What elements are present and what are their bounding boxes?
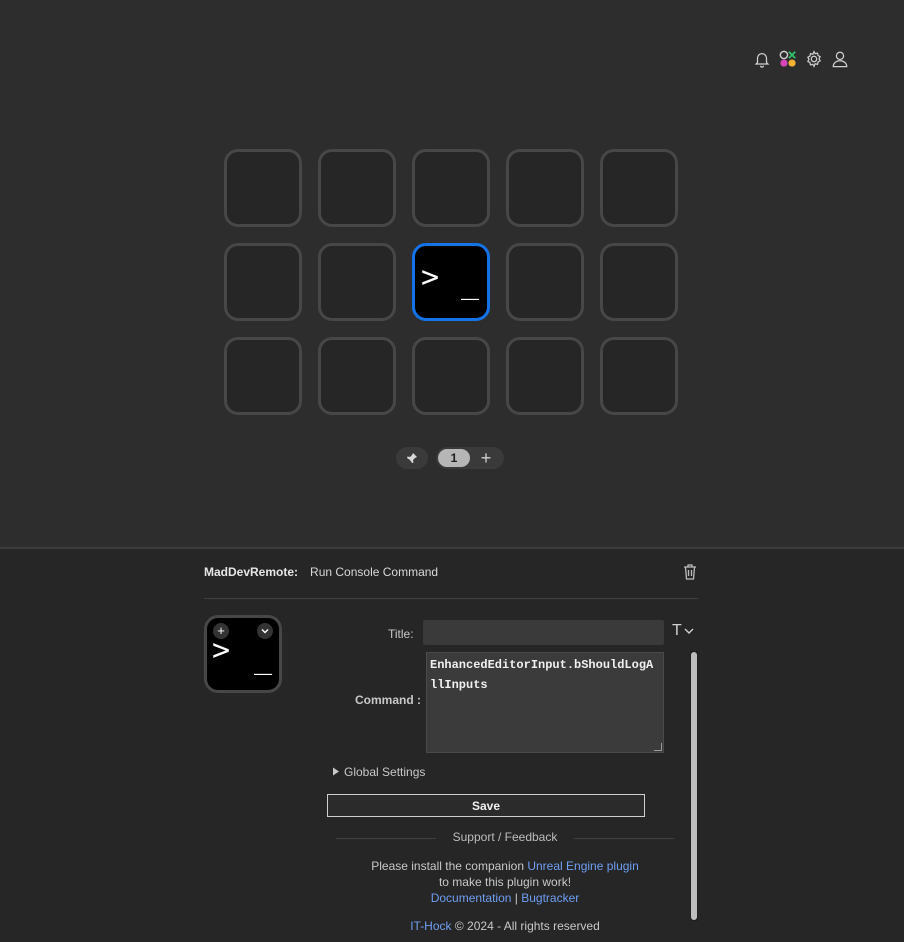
unreal-plugin-link[interactable]: Unreal Engine plugin — [527, 859, 638, 873]
key-grid: > _ — [224, 149, 678, 415]
key-preview: > _ + — [204, 615, 282, 693]
key-slot-r1-c5[interactable] — [600, 149, 678, 227]
key-slot-r2-c1[interactable] — [224, 243, 302, 321]
action-name: Run Console Command — [310, 565, 439, 579]
property-inspector: MadDevRemote: Run Console Command > _ + … — [0, 547, 904, 942]
install-text-2: to make this plugin work! — [438, 875, 572, 889]
key-slot-r3-c4[interactable] — [506, 337, 584, 415]
copyright-text: © 2024 - All rights reserved — [454, 919, 600, 933]
terminal-icon: > _ — [415, 246, 487, 318]
title-input[interactable] — [423, 620, 664, 645]
pin-icon — [407, 453, 417, 463]
cursor-glyph: _ — [461, 266, 480, 301]
title-style-dropdown[interactable]: T — [672, 622, 694, 640]
preview-cursor-glyph: _ — [254, 641, 273, 676]
text-style-icon: T — [672, 622, 682, 639]
plugin-store-icon[interactable] — [778, 48, 798, 70]
scrollbar-thumb[interactable] — [691, 652, 697, 920]
title-label: Title: — [388, 627, 414, 641]
chevron-down-icon[interactable] — [257, 623, 273, 639]
plugin-name: MadDevRemote: — [204, 565, 299, 579]
key-slot-selected[interactable]: > _ — [412, 243, 490, 321]
key-slot-r3-c3[interactable] — [412, 337, 490, 415]
key-slot-r3-c2[interactable] — [318, 337, 396, 415]
key-slot-r1-c4[interactable] — [506, 149, 584, 227]
page-1-button[interactable]: 1 — [438, 449, 470, 467]
documentation-link[interactable]: Documentation — [431, 891, 512, 905]
inspector-scrollbar[interactable] — [690, 651, 698, 921]
disclosure-triangle-icon — [333, 767, 339, 776]
resize-handle[interactable] — [654, 743, 662, 751]
global-settings-toggle[interactable]: Global Settings — [332, 765, 425, 779]
key-slot-r3-c1[interactable] — [224, 337, 302, 415]
key-slot-r1-c2[interactable] — [318, 149, 396, 227]
key-slot-r3-c5[interactable] — [600, 337, 678, 415]
it-hock-link[interactable]: IT-Hock — [410, 919, 451, 933]
key-slot-r2-c2[interactable] — [318, 243, 396, 321]
command-label: Command : — [355, 693, 421, 707]
install-notice: Please install the companion Unreal Engi… — [336, 859, 674, 873]
page-navigation: 1 + — [396, 447, 504, 469]
user-icon[interactable] — [830, 48, 850, 70]
key-slot-r2-c5[interactable] — [600, 243, 678, 321]
page-selector: 1 + — [436, 447, 504, 469]
trash-icon[interactable] — [682, 563, 698, 584]
key-slot-r1-c1[interactable] — [224, 149, 302, 227]
link-separator: | — [514, 891, 518, 905]
pin-button[interactable] — [396, 447, 428, 469]
key-slot-r2-c4[interactable] — [506, 243, 584, 321]
command-value: EnhancedEditorInput.bShouldLogAllInputs — [430, 658, 654, 692]
install-notice-2: to make this plugin work! — [336, 875, 674, 889]
top-toolbar — [752, 48, 850, 70]
command-textarea[interactable]: EnhancedEditorInput.bShouldLogAllInputs — [426, 652, 664, 753]
add-state-button[interactable]: + — [213, 623, 229, 639]
footer: IT-Hock © 2024 - All rights reserved — [336, 919, 674, 933]
inspector-header: MadDevRemote: Run Console Command — [204, 563, 698, 599]
docs-links: Documentation | Bugtracker — [336, 891, 674, 905]
install-text-1: Please install the companion — [371, 859, 524, 873]
support-heading: Support / Feedback — [336, 830, 674, 844]
save-button[interactable]: Save — [327, 794, 645, 817]
chevron-down-icon — [684, 628, 694, 634]
add-page-button[interactable]: + — [470, 449, 502, 467]
key-slot-r1-c3[interactable] — [412, 149, 490, 227]
global-settings-label: Global Settings — [344, 765, 426, 779]
prompt-glyph: > — [421, 260, 440, 295]
gear-icon[interactable] — [804, 48, 824, 70]
bugtracker-link[interactable]: Bugtracker — [521, 891, 579, 905]
bell-icon[interactable] — [752, 48, 772, 70]
